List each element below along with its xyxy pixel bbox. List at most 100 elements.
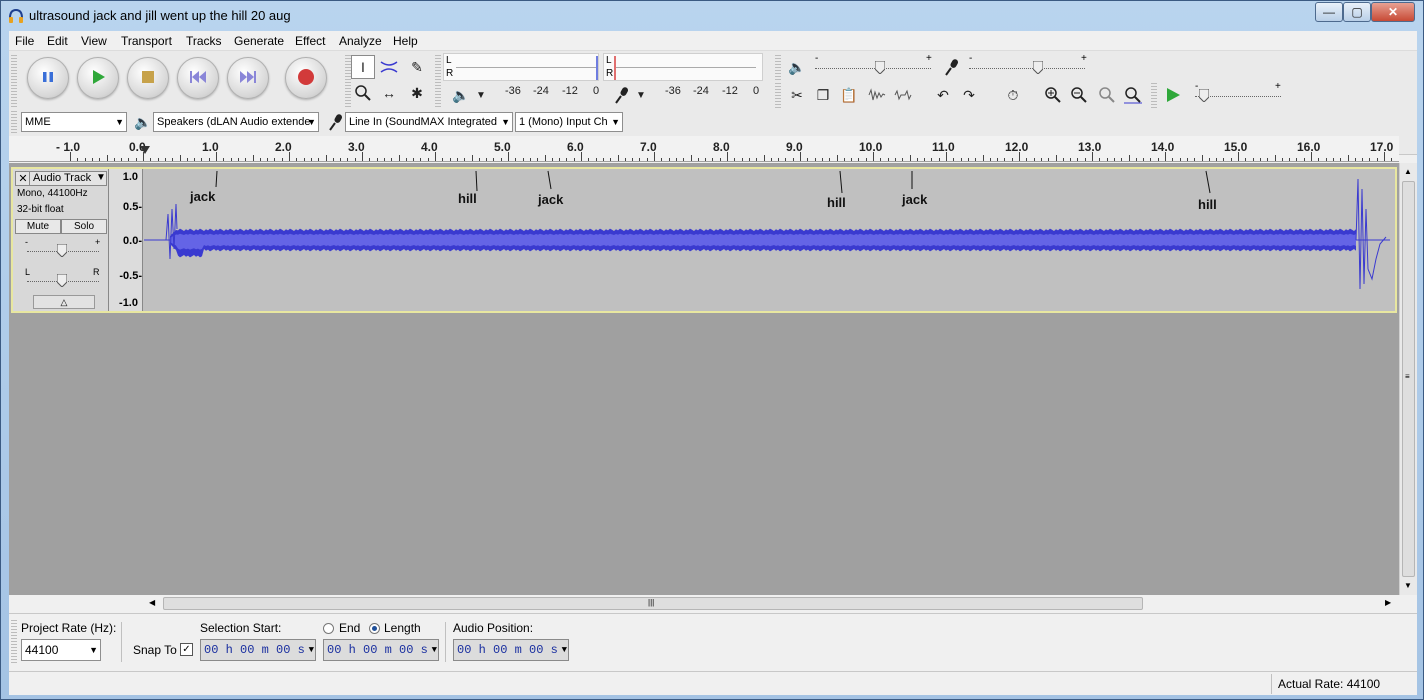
toolbar-grip[interactable] (775, 55, 781, 81)
record-button[interactable] (285, 57, 327, 99)
ruler-minor-tick (1252, 158, 1254, 161)
toolbar-grip[interactable] (11, 55, 17, 109)
chevron-down-icon[interactable]: ▼ (629, 83, 653, 107)
ruler-minor-tick (449, 158, 451, 161)
play-button[interactable] (77, 57, 119, 99)
divider (121, 622, 122, 662)
menu-generate[interactable]: Generate (234, 34, 284, 48)
undo-icon[interactable]: ↶ (931, 83, 955, 107)
stop-button[interactable] (127, 57, 169, 99)
end-radio[interactable] (323, 623, 334, 634)
length-radio[interactable] (369, 623, 380, 634)
skip-to-end-button[interactable] (227, 57, 269, 99)
input-device-select[interactable]: Line In (SoundMAX Integrated ▼ (345, 112, 513, 132)
menu-view[interactable]: View (81, 34, 107, 48)
waveform-display[interactable]: jack hill jack hill jack hill (144, 169, 1390, 311)
menu-effect[interactable]: Effect (295, 34, 325, 48)
slider-thumb[interactable] (1032, 60, 1044, 75)
ruler-minor-tick (464, 158, 466, 161)
menu-edit[interactable]: Edit (47, 34, 68, 48)
cut-icon[interactable]: ✂ (785, 83, 809, 107)
play-head-icon[interactable] (140, 146, 150, 154)
skip-start-icon (189, 69, 207, 88)
close-button[interactable]: ✕ (1371, 2, 1415, 22)
menu-file[interactable]: File (15, 34, 34, 48)
slider-thumb[interactable] (56, 243, 68, 258)
ruler-minor-tick (1070, 158, 1072, 161)
audio-track[interactable]: ✕ Audio Track ▼ Mono, 44100Hz 32-bit flo… (11, 167, 1397, 313)
toolbar-grip[interactable] (11, 111, 17, 135)
recording-meter[interactable]: L R (603, 53, 763, 81)
toolbar-grip[interactable] (1151, 83, 1157, 109)
playback-meter[interactable]: L R (443, 53, 599, 81)
audio-host-value: MME (25, 116, 51, 128)
zoom-tool-icon[interactable] (351, 81, 375, 105)
audio-host-select[interactable]: MME ▼ (21, 112, 127, 132)
playback-volume-slider[interactable] (815, 68, 931, 69)
scroll-left-icon[interactable]: ◀ (149, 598, 155, 607)
sync-lock-icon[interactable]: ⏱ (1001, 83, 1025, 107)
project-rate-select[interactable]: 44100 ▼ (21, 639, 101, 661)
track-control-panel: ✕ Audio Track ▼ Mono, 44100Hz 32-bit flo… (13, 169, 109, 311)
ruler-minor-tick (325, 155, 327, 161)
audio-position-time[interactable]: 00 h 00 m 00 s ▼ (453, 639, 569, 661)
envelope-tool-icon[interactable] (377, 55, 401, 79)
toolbar-grip[interactable] (11, 620, 17, 664)
toolbar-grip[interactable] (435, 55, 441, 109)
selection-length-time[interactable]: 00 h 00 m 00 s ▼ (323, 639, 439, 661)
menu-tracks[interactable]: Tracks (186, 34, 222, 48)
slider-thumb[interactable] (874, 60, 886, 75)
recording-volume-slider[interactable] (969, 68, 1085, 69)
trim-icon[interactable] (865, 83, 889, 107)
pause-button[interactable] (27, 57, 69, 99)
scrollbar-thumb[interactable]: ||| (163, 597, 1143, 610)
draw-tool-icon[interactable]: ✎ (405, 55, 429, 79)
copy-icon[interactable]: ❐ (811, 83, 835, 107)
maximize-button[interactable]: ▢ (1343, 2, 1371, 22)
collapse-track-button[interactable]: △ (33, 295, 95, 309)
slider-thumb[interactable] (56, 273, 68, 288)
time-shift-tool-icon[interactable]: ↔ (377, 81, 401, 105)
meter-scale-label: -36 (505, 85, 521, 97)
selection-tool-icon[interactable]: I (351, 55, 375, 79)
solo-button[interactable]: Solo (61, 219, 107, 234)
chevron-down-icon[interactable]: ▼ (469, 83, 493, 107)
toolbar-grip[interactable] (775, 83, 781, 109)
output-device-select[interactable]: Speakers (dLAN Audio extende ▼ (153, 112, 319, 132)
fit-selection-icon[interactable] (1095, 83, 1119, 107)
meter-scale-label: -24 (693, 85, 709, 97)
scrollbar-thumb[interactable]: ≡ (1402, 181, 1415, 577)
snap-to-checkbox[interactable]: ✓ (180, 643, 193, 656)
scroll-up-icon[interactable]: ▲ (1404, 167, 1412, 176)
zoom-in-icon[interactable] (1041, 83, 1065, 107)
menu-analyze[interactable]: Analyze (339, 34, 382, 48)
track-format-info: Mono, 44100Hz (17, 188, 88, 199)
selection-start-time[interactable]: 00 h 00 m 00 s ▼ (200, 639, 316, 661)
minimize-button[interactable]: — (1315, 2, 1343, 22)
fit-project-icon[interactable] (1121, 83, 1145, 107)
multi-tool-icon[interactable]: ✱ (405, 81, 429, 105)
menu-transport[interactable]: Transport (121, 34, 172, 48)
vertical-scrollbar[interactable]: ▲ ≡ ▼ (1399, 163, 1417, 595)
horizontal-scrollbar[interactable]: ◀ ||| ▶ (145, 595, 1399, 613)
play-at-speed-icon[interactable] (1161, 83, 1185, 107)
slider-thumb[interactable] (1198, 88, 1210, 103)
skip-to-start-button[interactable] (177, 57, 219, 99)
end-label: End (339, 621, 361, 635)
ruler-minor-tick (916, 158, 918, 161)
ruler-minor-tick (1208, 158, 1210, 161)
menu-help[interactable]: Help (393, 34, 418, 48)
zoom-out-icon[interactable] (1067, 83, 1091, 107)
silence-icon[interactable] (891, 83, 915, 107)
grip-icon: ||| (648, 598, 655, 607)
ruler-minor-tick (1267, 158, 1269, 161)
input-channels-select[interactable]: 1 (Mono) Input Ch ▼ (515, 112, 623, 132)
paste-icon[interactable]: 📋 (837, 83, 861, 107)
scroll-down-icon[interactable]: ▼ (1404, 581, 1412, 590)
mute-button[interactable]: Mute (15, 219, 61, 234)
timeline-ruler[interactable]: - 1.0 0.0 1.0 2.0 3.0 4.0 5.0 6.0 7.0 8.0 9.0 10.0 1… (9, 136, 1399, 162)
scroll-right-icon[interactable]: ▶ (1385, 598, 1391, 607)
redo-icon[interactable]: ↷ (957, 83, 981, 107)
close-icon[interactable]: ✕ (17, 172, 30, 185)
track-name-menu[interactable]: ✕ Audio Track ▼ (15, 171, 107, 186)
